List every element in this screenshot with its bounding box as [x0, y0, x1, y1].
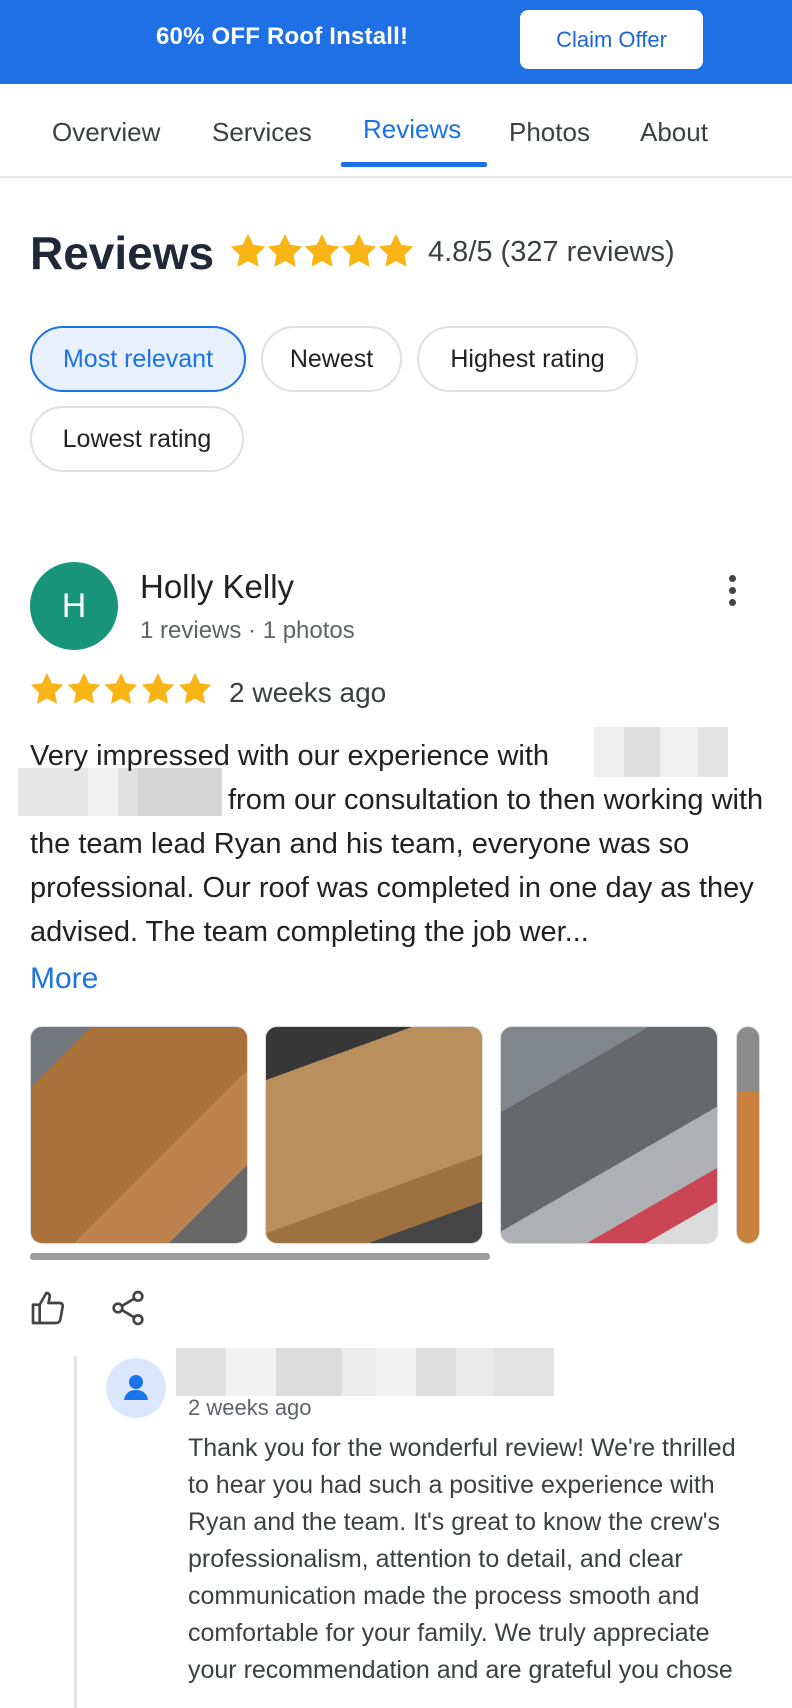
more-vert-icon[interactable]	[720, 572, 744, 612]
reviewer-avatar[interactable]: H	[30, 562, 118, 650]
review-stars	[30, 673, 212, 704]
reviewer-meta: 1 reviews · 1 photos	[140, 617, 355, 644]
star-icon	[67, 673, 101, 704]
star-icon	[178, 673, 212, 704]
star-icon	[378, 234, 414, 267]
review-time: 2 weeks ago	[229, 677, 387, 708]
reply-time: 2 weeks ago	[188, 1395, 312, 1420]
tab-bar: Overview Services Reviews Photos About	[0, 90, 792, 178]
promo-banner: 60% OFF Roof Install! Claim Offer	[0, 0, 792, 84]
promo-text: 60% OFF Roof Install!	[156, 23, 409, 50]
star-icon	[30, 673, 64, 704]
rating-stars	[230, 234, 414, 267]
owner-avatar	[106, 1358, 166, 1418]
star-icon	[104, 673, 138, 704]
more-link[interactable]: More	[30, 962, 98, 996]
active-tab-indicator	[341, 162, 487, 167]
reply-text: Thank you for the wonderful review! We'r…	[188, 1434, 736, 1684]
rating-summary: 4.8/5 (327 reviews)	[428, 236, 675, 268]
tab-overview[interactable]: Overview	[52, 117, 160, 148]
review-text: Very impressed with our experience with …	[30, 734, 770, 954]
star-icon	[341, 234, 377, 267]
sort-newest-chip[interactable]: Newest	[261, 326, 402, 392]
star-icon	[267, 234, 303, 267]
review-photo[interactable]	[736, 1026, 760, 1244]
review-photo[interactable]	[500, 1026, 718, 1244]
star-icon	[141, 673, 175, 704]
reviewer-name[interactable]: Holly Kelly	[140, 568, 294, 606]
review-photo[interactable]	[265, 1026, 483, 1244]
tab-about[interactable]: About	[640, 117, 708, 148]
share-icon[interactable]	[108, 1288, 148, 1328]
review-text-part1: Very impressed with our experience with	[30, 740, 550, 772]
thumbs-up-icon[interactable]	[28, 1288, 68, 1328]
review-text-part2: from our consultation to then working wi…	[30, 784, 764, 948]
sort-most-relevant-chip[interactable]: Most relevant	[30, 326, 246, 392]
review-photo[interactable]	[30, 1026, 248, 1244]
star-icon	[304, 234, 340, 267]
tab-reviews[interactable]: Reviews	[363, 114, 461, 145]
tab-services[interactable]: Services	[212, 117, 312, 148]
sort-highest-rating-chip[interactable]: Highest rating	[417, 326, 638, 392]
person-icon	[124, 1375, 148, 1400]
redacted-owner-name	[176, 1348, 554, 1396]
reply-divider	[74, 1356, 77, 1708]
photo-scrollbar[interactable]	[30, 1253, 490, 1260]
star-icon	[230, 234, 266, 267]
claim-offer-button[interactable]: Claim Offer	[520, 10, 703, 69]
sort-lowest-rating-chip[interactable]: Lowest rating	[30, 406, 244, 472]
tab-photos[interactable]: Photos	[509, 117, 590, 148]
page-title: Reviews	[30, 227, 215, 279]
